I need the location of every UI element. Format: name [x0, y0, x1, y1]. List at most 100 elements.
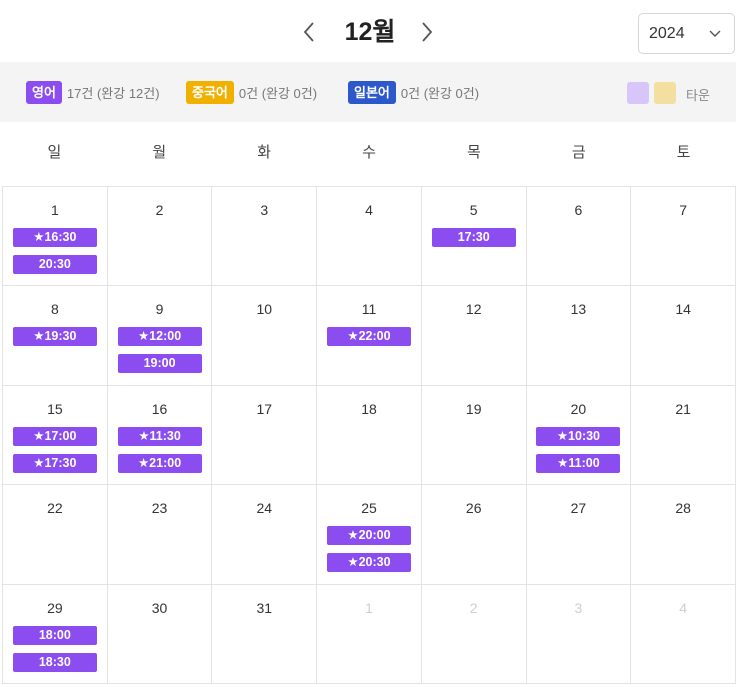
day-cell[interactable]: 16 ★11:30 ★21:00: [107, 385, 213, 486]
japanese-count: 0건 (완강 0건): [400, 85, 480, 101]
day-cell[interactable]: 12: [421, 286, 527, 386]
english-count: 17건 (완강 12건): [66, 85, 160, 101]
day-number: 23: [151, 500, 168, 517]
day-cell[interactable]: 3: [526, 584, 632, 684]
day-cell[interactable]: 7: [631, 187, 736, 287]
lesson-slot[interactable]: ★11:30: [117, 426, 202, 446]
month-title: 12월: [344, 18, 396, 46]
lesson-slot[interactable]: ★21:00: [117, 453, 202, 473]
legend-japanese: 일본어 0건 (완강 0건): [348, 80, 479, 104]
day-number: 19: [465, 400, 482, 417]
day-cell[interactable]: 25 ★20:00 ★20:30: [317, 485, 422, 585]
day-cell[interactable]: 29 18:00 18:30: [3, 584, 108, 684]
day-cell[interactable]: 1 ★16:30 20:30: [3, 187, 108, 287]
lesson-slot[interactable]: 20:30: [12, 255, 97, 274]
day-cell[interactable]: 21: [631, 385, 736, 486]
town-label: 타운: [686, 88, 710, 103]
day-cell[interactable]: 17: [212, 385, 318, 486]
lesson-slot[interactable]: 17:30: [431, 228, 516, 247]
day-number: 8: [50, 301, 59, 318]
lesson-slot[interactable]: ★12:00: [117, 327, 202, 347]
day-number: 27: [570, 500, 587, 517]
day-cell[interactable]: 18: [317, 385, 422, 486]
day-cell[interactable]: 23: [107, 485, 213, 585]
lesson-slot[interactable]: ★20:00: [326, 526, 411, 546]
day-number: 2: [469, 599, 478, 616]
town-swatch-yellow: [654, 82, 676, 104]
chinese-count: 0건 (완강 0건): [238, 85, 318, 101]
legend-bar: 영어 17건 (완강 12건) 중국어 0건 (완강 0건) 일본어 0건 (완…: [0, 62, 736, 122]
day-number: 1: [365, 599, 373, 616]
chevron-right-icon: [422, 22, 433, 42]
lesson-slot[interactable]: ★20:30: [326, 553, 411, 573]
day-cell[interactable]: 5 17:30: [421, 187, 527, 287]
lesson-slot[interactable]: ★22:00: [326, 327, 411, 347]
prev-month-button[interactable]: [294, 14, 324, 50]
day-cell[interactable]: 26: [421, 485, 527, 585]
day-number: 31: [256, 599, 273, 616]
day-number: 5: [469, 202, 478, 218]
day-number: 17: [256, 400, 273, 417]
day-number: 16: [151, 400, 168, 417]
weekday-label: 토: [676, 144, 691, 161]
day-cell[interactable]: 3: [212, 187, 318, 287]
day-cell[interactable]: 28: [631, 485, 736, 585]
lesson-slot[interactable]: 19:00: [117, 354, 202, 374]
day-number: 12: [465, 301, 482, 318]
weekday-label: 목: [466, 144, 481, 161]
day-number: 3: [574, 599, 583, 616]
lesson-slot[interactable]: 18:30: [12, 652, 97, 672]
calendar-header: 12월 2024: [0, 0, 743, 62]
day-number: 4: [679, 599, 688, 616]
day-number: 24: [256, 500, 273, 517]
day-cell[interactable]: 9 ★12:00 19:00: [107, 286, 213, 386]
weekday-label: 일: [47, 144, 62, 161]
year-select[interactable]: 2024: [638, 13, 735, 54]
day-number: 29: [47, 599, 63, 616]
day-cell[interactable]: 19: [421, 385, 527, 486]
day-cell[interactable]: 14: [631, 286, 736, 386]
lesson-slot[interactable]: ★19:30: [12, 327, 97, 347]
next-month-button[interactable]: [412, 14, 442, 50]
japanese-badge: 일본어: [348, 80, 396, 104]
weekday-label: 화: [257, 144, 272, 161]
year-value: 2024: [649, 24, 685, 42]
day-cell[interactable]: 31: [212, 584, 318, 684]
chevron-left-icon: [303, 22, 314, 42]
day-number: 13: [570, 301, 587, 318]
day-cell[interactable]: 8 ★19:30: [3, 286, 108, 386]
day-number: 3: [260, 202, 269, 218]
lesson-slot[interactable]: ★17:00: [12, 426, 97, 446]
lesson-slot[interactable]: ★16:30: [12, 228, 97, 247]
day-cell[interactable]: 22: [3, 485, 108, 585]
day-number: 9: [155, 301, 164, 318]
day-number: 20: [570, 400, 587, 417]
lesson-slot[interactable]: ★10:30: [536, 426, 621, 446]
english-badge: 영어: [26, 80, 62, 104]
lesson-slot[interactable]: ★17:30: [12, 453, 97, 473]
chevron-down-icon: [709, 30, 721, 37]
day-cell[interactable]: 4: [317, 187, 422, 287]
day-cell[interactable]: 4: [631, 584, 736, 684]
calendar-grid: 1 ★16:30 20:30 2 3 4 5 17:30 6 7 8 ★19:30 9 ★12:00 19:…: [2, 186, 736, 684]
day-number: 26: [465, 500, 482, 517]
day-cell[interactable]: 27: [526, 485, 632, 585]
day-cell[interactable]: 24: [212, 485, 318, 585]
lesson-slot[interactable]: ★11:00: [536, 453, 621, 473]
day-cell[interactable]: 2: [107, 187, 213, 287]
day-number: 4: [365, 202, 373, 218]
legend-english: 영어 17건 (완강 12건): [26, 80, 160, 104]
day-cell[interactable]: 10: [212, 286, 318, 386]
day-cell[interactable]: 1: [317, 584, 422, 684]
day-number: 15: [47, 400, 63, 417]
lesson-slot[interactable]: 18:00: [12, 625, 97, 645]
day-cell[interactable]: 20 ★10:30 ★11:00: [526, 385, 632, 486]
day-cell[interactable]: 30: [107, 584, 213, 684]
day-number: 6: [574, 202, 583, 218]
day-cell[interactable]: 15 ★17:00 ★17:30: [3, 385, 108, 486]
day-cell[interactable]: 2: [421, 584, 527, 684]
day-cell[interactable]: 6: [526, 187, 632, 287]
day-cell[interactable]: 11 ★22:00: [317, 286, 422, 386]
weekday-header-row: 일월화수목금토: [2, 122, 736, 186]
day-cell[interactable]: 13: [526, 286, 632, 386]
